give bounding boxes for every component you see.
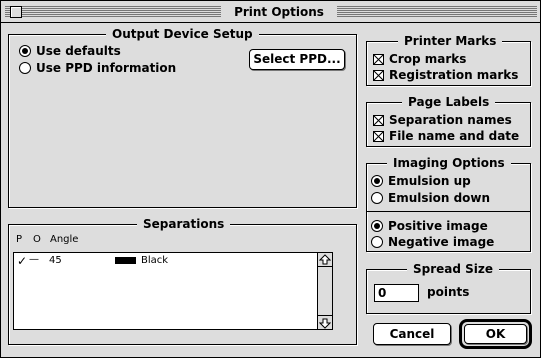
use-defaults-label: Use defaults xyxy=(36,44,121,58)
window-title: Print Options xyxy=(221,4,337,20)
separation-name: Black xyxy=(141,255,169,266)
imaging-options-legend: Imaging Options xyxy=(387,155,511,171)
crop-marks-checkbox[interactable]: Crop marks xyxy=(373,51,466,67)
separations-group: Separations P O Angle ✓ — 45 Black xyxy=(8,216,357,345)
registration-marks-label: Registration marks xyxy=(389,68,519,82)
registration-marks-checkbox[interactable]: Registration marks xyxy=(373,67,518,83)
x-check-icon xyxy=(373,69,384,81)
emulsion-up-radio[interactable]: Emulsion up xyxy=(371,173,471,189)
separations-column-headers: P O Angle xyxy=(16,234,316,246)
crop-marks-label: Crop marks xyxy=(389,52,467,66)
use-ppd-information-radio[interactable]: Use PPD information xyxy=(19,60,176,76)
separation-row[interactable]: ✓ — 45 Black xyxy=(14,254,316,268)
separation-names-checkbox[interactable]: Separation names xyxy=(373,112,512,128)
use-defaults-radio[interactable]: Use defaults xyxy=(19,43,121,59)
separation-angle: 45 xyxy=(49,255,62,266)
radio-selected-icon xyxy=(371,175,383,187)
negative-image-radio[interactable]: Negative image xyxy=(371,234,494,250)
positive-image-label: Positive image xyxy=(388,219,488,233)
print-check-mark[interactable]: ✓ xyxy=(17,254,27,268)
emulsion-down-radio[interactable]: Emulsion down xyxy=(371,190,490,206)
column-header-print: P xyxy=(16,234,23,245)
select-ppd-button[interactable]: Select PPD... xyxy=(249,49,345,70)
separation-color-swatch xyxy=(115,257,136,264)
spread-size-group: Spread Size 0 points xyxy=(366,261,531,314)
printer-marks-group: Printer Marks Crop marks Registration ma… xyxy=(366,33,531,86)
radio-unselected-icon xyxy=(371,236,383,248)
close-box-icon[interactable] xyxy=(10,6,22,18)
print-options-dialog: Print Options Output Device Setup Use de… xyxy=(0,0,541,358)
file-name-and-date-checkbox[interactable]: File name and date xyxy=(373,128,519,144)
spread-size-input[interactable]: 0 xyxy=(374,284,419,302)
radio-selected-icon xyxy=(19,45,31,57)
imaging-options-divider xyxy=(367,211,530,212)
separations-list[interactable]: ✓ — 45 Black xyxy=(13,252,333,330)
radio-unselected-icon xyxy=(19,62,31,74)
separation-names-label: Separation names xyxy=(389,113,512,127)
spread-size-legend: Spread Size xyxy=(407,261,500,277)
separations-scrollbar[interactable] xyxy=(317,253,332,329)
emulsion-down-label: Emulsion down xyxy=(388,191,491,205)
use-ppd-information-label: Use PPD information xyxy=(36,61,177,75)
radio-selected-icon xyxy=(371,220,383,232)
printer-marks-legend: Printer Marks xyxy=(398,33,503,49)
separations-legend: Separations xyxy=(137,216,231,232)
positive-image-radio[interactable]: Positive image xyxy=(371,218,488,234)
cancel-button[interactable]: Cancel xyxy=(373,323,451,345)
page-labels-group: Page Labels Separation names File name a… xyxy=(366,94,531,147)
x-check-icon xyxy=(373,53,384,65)
page-labels-legend: Page Labels xyxy=(402,94,496,110)
scroll-down-arrow-icon[interactable] xyxy=(318,315,332,329)
output-device-setup-legend: Output Device Setup xyxy=(106,26,259,42)
radio-unselected-icon xyxy=(371,192,383,204)
spread-size-unit: points xyxy=(427,285,470,299)
title-bar[interactable]: Print Options xyxy=(1,1,540,23)
scroll-up-arrow-icon[interactable] xyxy=(318,253,332,267)
emulsion-up-label: Emulsion up xyxy=(388,174,471,188)
x-check-icon xyxy=(373,130,384,142)
column-header-angle: Angle xyxy=(50,234,79,245)
file-name-and-date-label: File name and date xyxy=(389,129,520,143)
output-device-setup-group: Output Device Setup Use defaults Use PPD… xyxy=(8,26,357,208)
default-button-ring: OK xyxy=(459,319,532,349)
ok-button[interactable]: OK xyxy=(464,324,527,344)
imaging-options-group: Imaging Options Emulsion up Emulsion dow… xyxy=(366,155,531,252)
override-mark[interactable]: — xyxy=(29,254,39,265)
x-check-icon xyxy=(373,114,384,126)
negative-image-label: Negative image xyxy=(388,235,495,249)
column-header-override: O xyxy=(33,234,41,245)
